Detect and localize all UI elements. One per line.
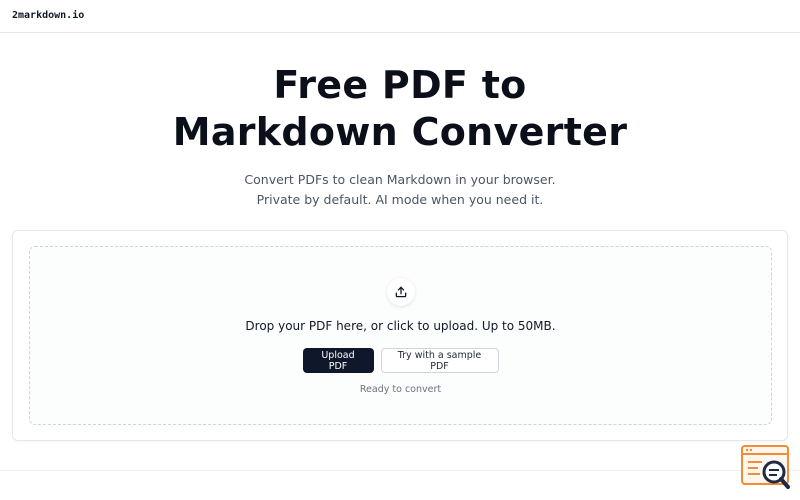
section-divider bbox=[0, 470, 800, 471]
conversion-status: Ready to convert bbox=[359, 384, 442, 395]
top-navbar: 2markdown.io bbox=[0, 0, 800, 33]
subtitle-line-2: Private by default. AI mode when you nee… bbox=[256, 192, 544, 207]
page-title-line-2: Markdown Converter bbox=[172, 110, 628, 154]
upload-icon bbox=[387, 278, 415, 306]
sample-pdf-button[interactable]: Try with a sample PDF bbox=[380, 348, 499, 373]
page-subtitle: Convert PDFs to clean Markdown in your b… bbox=[0, 170, 800, 210]
subtitle-line-1: Convert PDFs to clean Markdown in your b… bbox=[244, 172, 556, 187]
search-console-icon[interactable] bbox=[740, 444, 792, 492]
upload-pdf-button[interactable]: Upload PDF bbox=[302, 348, 374, 373]
page-title: Free PDF to Markdown Converter bbox=[0, 62, 800, 156]
pdf-dropzone[interactable]: Drop your PDF here, or click to upload. … bbox=[29, 246, 772, 425]
upload-card: Drop your PDF here, or click to upload. … bbox=[12, 230, 788, 441]
brand-logo-link[interactable]: 2markdown.io bbox=[12, 10, 84, 21]
dropzone-prompt: Drop your PDF here, or click to upload. … bbox=[245, 319, 556, 333]
page-title-line-1: Free PDF to bbox=[273, 63, 527, 107]
upload-actions: Upload PDF Try with a sample PDF bbox=[30, 348, 771, 373]
